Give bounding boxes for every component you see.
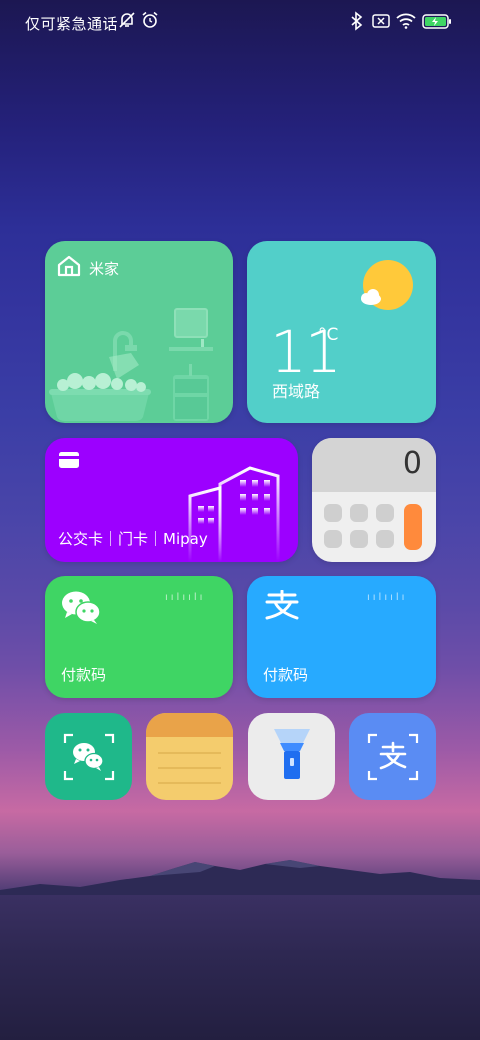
transit-card-widget[interactable]: 公交卡｜门卡｜Mipay <box>45 438 298 562</box>
weather-location: 西域路 <box>272 382 321 401</box>
carrier-status: 仅可紧急通话 <box>25 15 119 33</box>
wechat-icon <box>62 591 101 624</box>
barcode-glyph: ıılıılı <box>367 592 408 603</box>
bathroom-illustration <box>49 308 213 421</box>
card-label: 公交卡｜门卡｜Mipay <box>58 530 208 548</box>
battery-charging-icon <box>422 14 451 29</box>
alipay-widget[interactable]: ıılıılı 付款码 <box>247 576 436 698</box>
calc-key <box>350 504 368 522</box>
calc-key <box>324 530 342 548</box>
calc-key <box>376 504 394 522</box>
home-icon <box>57 255 81 277</box>
alipay-label: 付款码 <box>263 666 309 684</box>
notes-app[interactable] <box>146 713 233 800</box>
temperature-unit: °C <box>318 325 339 345</box>
alipay-scan-icon <box>367 733 419 781</box>
flashlight-app[interactable] <box>248 713 335 800</box>
calc-equals-key <box>404 504 422 550</box>
calc-key <box>350 530 368 548</box>
alarm-icon <box>142 11 158 28</box>
calc-key <box>324 504 342 522</box>
wifi-icon <box>396 13 416 29</box>
wallpaper-water <box>0 895 480 1040</box>
mijia-widget[interactable]: 米家 <box>45 241 233 423</box>
alipay-scan-app[interactable] <box>349 713 436 800</box>
mijia-label: 米家 <box>89 260 120 278</box>
status-bar: 仅可紧急通话 <box>0 0 480 44</box>
silent-bell-icon <box>119 12 135 28</box>
sun-cloud-icon <box>361 260 413 310</box>
wechat-pay-widget[interactable]: ıılıılı 付款码 <box>45 576 233 698</box>
notes-icon <box>146 713 233 784</box>
calc-key <box>376 530 394 548</box>
bluetooth-icon <box>351 11 363 31</box>
no-sim-icon <box>372 14 390 28</box>
wechat-scan-app[interactable] <box>45 713 132 800</box>
calculator-display: 0 <box>402 446 422 481</box>
alipay-icon <box>265 590 299 620</box>
calculator-widget[interactable]: 0 <box>312 438 436 562</box>
card-icon <box>59 452 79 468</box>
wechat-pay-label: 付款码 <box>61 666 107 684</box>
wechat-scan-icon <box>63 733 115 781</box>
flashlight-icon <box>274 729 310 779</box>
barcode-glyph: ıılıılı <box>165 592 206 603</box>
